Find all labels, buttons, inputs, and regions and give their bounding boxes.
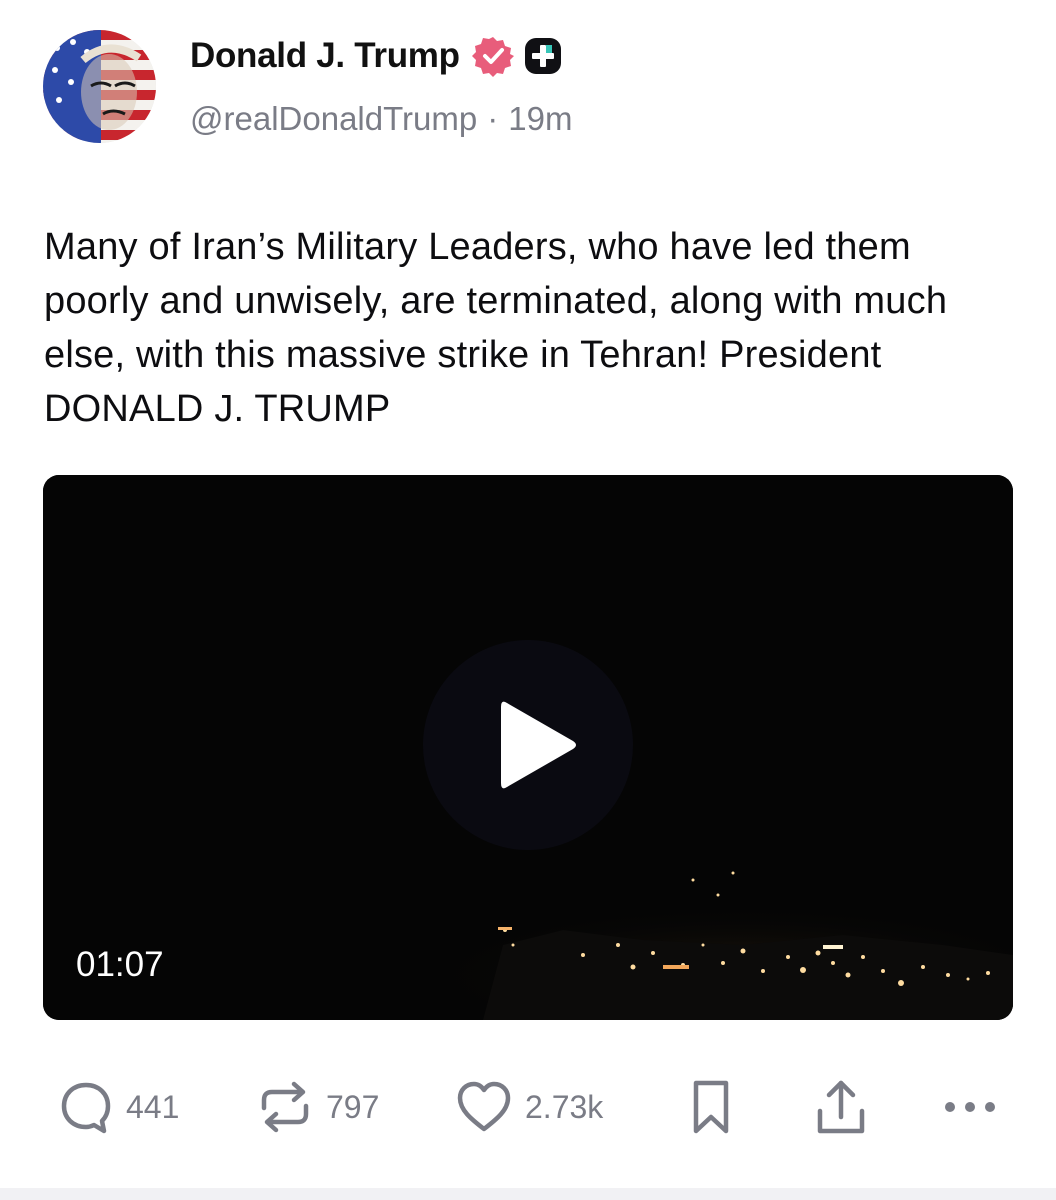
- share-icon: [814, 1077, 868, 1137]
- bookmark-icon: [688, 1077, 734, 1137]
- repost-button[interactable]: 797: [256, 1072, 379, 1142]
- post-text: Many of Iran’s Military Leaders, who hav…: [44, 226, 948, 430]
- like-count: 2.73k: [525, 1088, 604, 1125]
- avatar-image: [43, 30, 156, 143]
- reply-button[interactable]: 441: [58, 1072, 179, 1142]
- author-display-name[interactable]: Donald J. Trump: [190, 36, 460, 76]
- share-button[interactable]: [814, 1072, 868, 1142]
- more-icon: [942, 1097, 998, 1117]
- video-player[interactable]: 01:07: [43, 475, 1013, 1020]
- author-name-row: Donald J. Trump: [190, 34, 562, 78]
- divider: [0, 1188, 1056, 1200]
- repost-count: 797: [326, 1088, 380, 1125]
- avatar[interactable]: [43, 30, 156, 143]
- play-button[interactable]: [423, 640, 633, 850]
- verified-badge-icon: [471, 35, 514, 77]
- action-bar: 441 797 2.73k: [0, 1072, 1056, 1142]
- post-card: Donald J. Trump @realDonaldTrump · 19m Man…: [0, 0, 1056, 1200]
- reply-icon: [58, 1079, 114, 1135]
- reply-count: 441: [126, 1088, 180, 1125]
- plus-badge-icon: [524, 37, 562, 75]
- bookmark-button[interactable]: [688, 1072, 734, 1142]
- repost-icon: [256, 1078, 314, 1136]
- more-options-button[interactable]: [942, 1072, 998, 1142]
- video-duration: 01:07: [76, 945, 164, 984]
- post-timestamp[interactable]: 19m: [508, 100, 572, 137]
- like-button[interactable]: 2.73k: [455, 1072, 603, 1142]
- play-icon: [501, 701, 576, 789]
- author-meta-row: @realDonaldTrump · 19m: [190, 100, 572, 138]
- author-handle[interactable]: @realDonaldTrump: [190, 100, 477, 137]
- like-icon: [455, 1079, 513, 1135]
- meta-separator: ·: [487, 100, 499, 137]
